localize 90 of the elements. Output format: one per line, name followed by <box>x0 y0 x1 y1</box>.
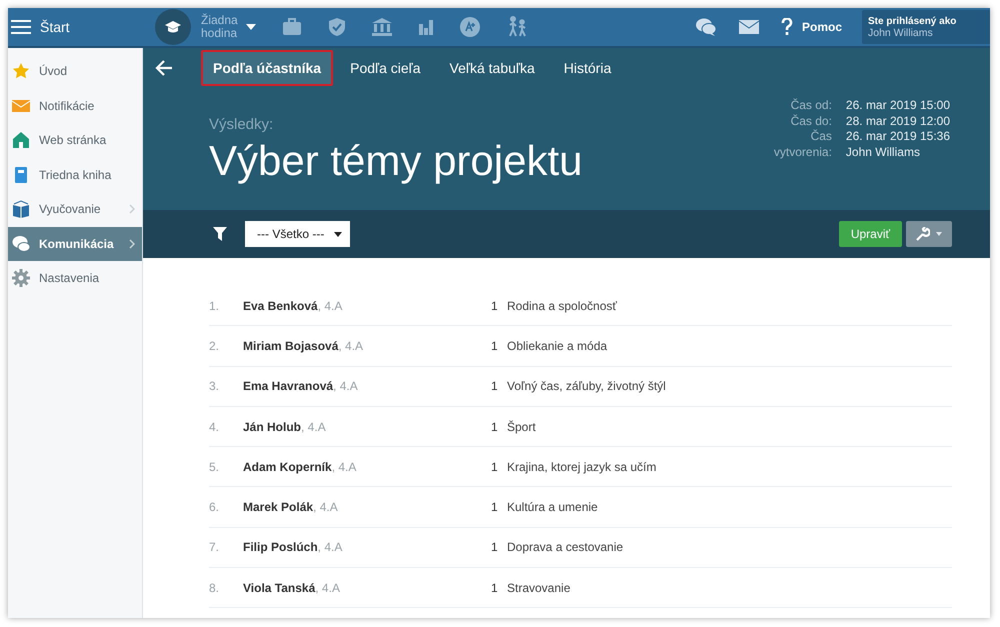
edit-button[interactable]: Upraviť <box>838 221 902 247</box>
graduation-cap-icon[interactable] <box>155 9 191 45</box>
topic-text: Krajina, ktorej jazyk sa učím <box>507 460 656 474</box>
sidebar-item[interactable]: Nastavenia <box>8 261 142 296</box>
sidebar-item[interactable]: Vyučovanie <box>8 192 142 226</box>
topic-text: Voľný čas, záľuby, životný štýl <box>507 379 666 394</box>
choice-count: 1 <box>491 500 499 514</box>
choice-count: 1 <box>491 420 499 434</box>
star-icon <box>12 62 30 80</box>
back-arrow-icon[interactable] <box>155 60 173 76</box>
question-mark-icon <box>780 18 793 36</box>
chevron-right-icon <box>129 204 135 214</box>
student-name: Marek Polák <box>243 500 314 514</box>
meta-label: Čas do: <box>790 114 832 129</box>
meta-label: Čas vytvorenia: <box>772 129 832 160</box>
page-title: Výber témy projektu <box>209 137 582 185</box>
row-number: 1. <box>209 298 220 313</box>
class-label: , 4.A <box>313 500 338 514</box>
class-label: , 4.A <box>315 580 340 595</box>
row-number: 8. <box>209 580 220 595</box>
house-icon <box>12 131 30 150</box>
sidebar-item[interactable]: Notifikácie <box>8 88 142 123</box>
tab[interactable]: Podľa cieľa <box>338 50 433 86</box>
class-label: , 4.A <box>301 420 326 434</box>
student-name: Filip Poslúch <box>243 540 318 554</box>
chat-bubbles-icon[interactable] <box>694 17 717 37</box>
briefcase-icon[interactable] <box>282 18 302 36</box>
caret-icon <box>334 232 342 236</box>
class-label: , 4.A <box>332 460 356 474</box>
student-name: Adam Koperník <box>243 460 332 474</box>
user-panel[interactable]: Ste prihlásený ako John Williams <box>862 10 990 44</box>
class-label: , 4.A <box>318 298 342 313</box>
meta-value: 26. mar 2019 15:36 John Williams <box>846 129 950 160</box>
choice-count: 1 <box>491 540 499 554</box>
row-number: 5. <box>209 460 220 474</box>
row-number: 4. <box>209 420 220 434</box>
student-name: Miriam Bojasová <box>243 338 338 353</box>
student-name: Viola Tanská <box>243 580 316 595</box>
meta-label: Čas od: <box>790 98 832 114</box>
filter-select[interactable]: --- Všetko --- <box>245 221 350 247</box>
choice-count: 1 <box>491 298 499 313</box>
topic-text: Kultúra a umenie <box>507 500 598 514</box>
class-label: , 4.A <box>338 338 364 353</box>
user-caption: Ste prihlásený ako <box>868 16 958 26</box>
caret-icon <box>936 232 942 236</box>
meta-value: 28. mar 2019 12:00 <box>846 114 950 129</box>
topic-text: Obliekanie a móda <box>507 338 608 353</box>
tab[interactable]: Podľa účastníka <box>201 50 334 86</box>
topic-text: Stravovanie <box>507 580 570 595</box>
row-number: 7. <box>209 540 220 554</box>
student-name: Ema Havranová <box>243 379 334 394</box>
class-label: , 4.A <box>318 540 342 554</box>
lesson-dropdown[interactable]: Žiadna hodina <box>201 14 256 40</box>
menu-button[interactable]: Štart <box>8 8 143 46</box>
filter-icon[interactable] <box>213 227 227 241</box>
envelope-icon[interactable] <box>738 20 759 34</box>
row-number: 2. <box>209 338 220 353</box>
choice-count: 1 <box>491 379 499 394</box>
chat-bubbles-icon <box>12 234 30 253</box>
choice-count: 1 <box>491 580 499 595</box>
row-number: 6. <box>209 500 220 514</box>
help-button[interactable]: Pomoc <box>780 18 842 36</box>
choice-count: 1 <box>491 460 499 474</box>
sidebar-item[interactable]: Triedna kniha <box>8 158 142 192</box>
tools-dropdown-button[interactable] <box>906 221 952 247</box>
shield-check-icon[interactable] <box>328 17 346 37</box>
bank-icon[interactable] <box>372 18 392 36</box>
class-label: , 4.A <box>333 379 358 394</box>
sidebar-item[interactable]: Úvod <box>8 54 142 88</box>
tab[interactable]: História <box>552 50 624 86</box>
caret-icon <box>246 24 256 30</box>
meta-value: 26. mar 2019 15:00 <box>846 98 950 114</box>
chevron-right-icon <box>129 238 135 249</box>
user-name: John Williams <box>868 26 934 38</box>
menu-icon <box>11 19 31 35</box>
notebook-icon <box>12 166 30 184</box>
results-caption: Výsledky: <box>209 116 274 133</box>
topic-text: Doprava a cestovanie <box>507 540 624 554</box>
bar-chart-icon[interactable] <box>418 19 434 35</box>
sidebar-item[interactable]: Web stránka <box>8 123 142 158</box>
topic-text: Šport <box>507 420 536 434</box>
topic-text: Rodina a spoločnosť <box>507 298 617 313</box>
gear-icon <box>12 269 30 288</box>
sidebar-item[interactable]: Komunikácia <box>8 226 142 261</box>
tab[interactable]: Veľká tabuľka <box>438 50 547 86</box>
student-name: Ján Holub <box>243 420 302 434</box>
grade-badge-icon[interactable] <box>460 17 480 37</box>
choice-count: 1 <box>491 338 499 353</box>
row-number: 3. <box>209 379 220 394</box>
student-name: Eva Benková <box>243 298 318 313</box>
